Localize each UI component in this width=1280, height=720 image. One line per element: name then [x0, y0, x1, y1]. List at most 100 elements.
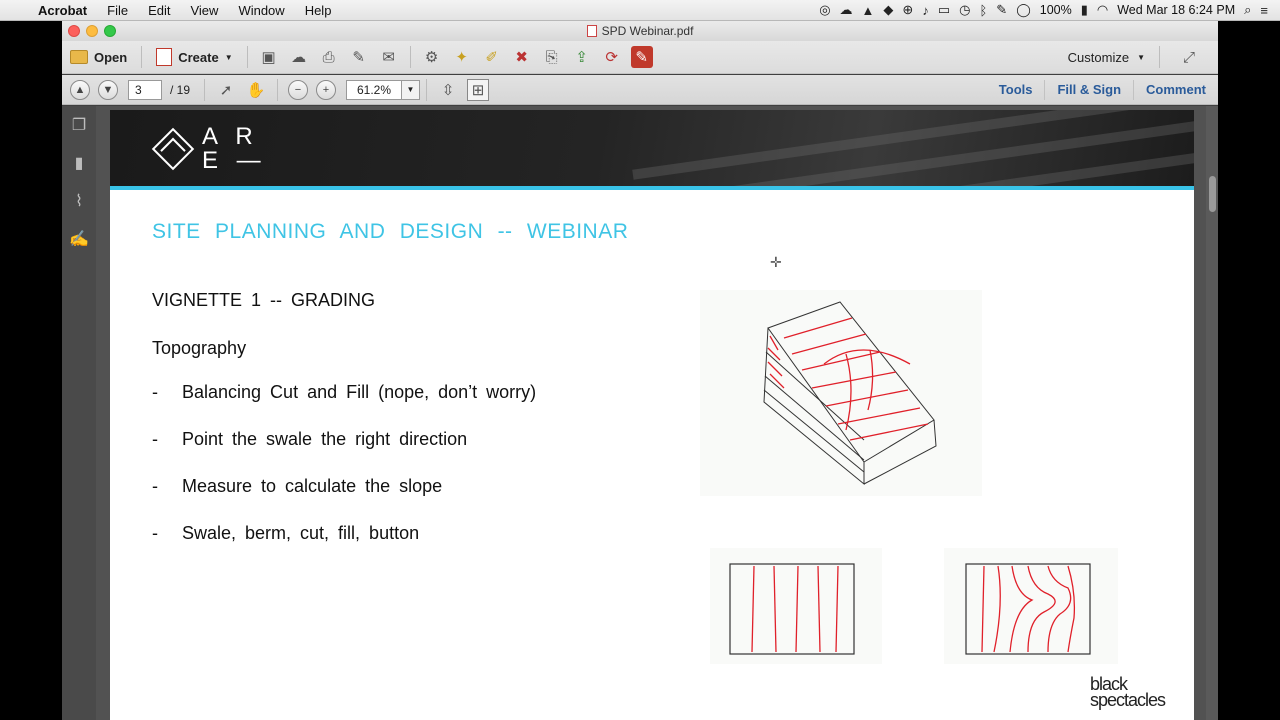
- notification-center-icon[interactable]: ≡: [1260, 3, 1268, 18]
- signatures-icon[interactable]: ✍: [62, 220, 96, 258]
- toolbar-divider: [141, 46, 143, 68]
- next-page-button[interactable]: ▼: [98, 79, 118, 100]
- list-item: - Measure to calculate the slope: [152, 476, 536, 523]
- vignette-heading: VIGNETTE 1 -- GRADING: [152, 290, 376, 310]
- straight-contours-drawing: [729, 563, 855, 655]
- maximize-window-button[interactable]: [104, 25, 116, 37]
- comment-bubble-icon[interactable]: ✦: [451, 46, 473, 68]
- create-pdf-icon: [156, 48, 173, 66]
- pencil-icon[interactable]: ✎: [996, 2, 1007, 18]
- clock[interactable]: Wed Mar 18 6:24 PM: [1117, 3, 1235, 17]
- airplay-icon[interactable]: ▭: [938, 2, 950, 18]
- scrolling-mode-icon[interactable]: ⇳: [437, 79, 459, 101]
- bullet-marker: -: [152, 476, 158, 496]
- are-logo-text: A R E —: [202, 125, 267, 173]
- open-button[interactable]: Open: [62, 44, 135, 70]
- open-label: Open: [94, 49, 128, 65]
- close-window-button[interactable]: [68, 25, 80, 37]
- window-title: SPD Webinar.pdf: [601, 24, 694, 38]
- highlight-icon[interactable]: ✐: [481, 46, 503, 68]
- menu-file[interactable]: File: [97, 3, 138, 18]
- title-bar: SPD Webinar.pdf: [62, 21, 1218, 41]
- vertical-scrollbar[interactable]: [1206, 106, 1218, 720]
- wifi-icon[interactable]: ◠: [1097, 2, 1108, 18]
- toolbar-divider: [409, 46, 411, 68]
- insert-page-icon[interactable]: ⎘: [541, 46, 563, 68]
- zoom-in-button[interactable]: +: [316, 79, 337, 100]
- menu-view[interactable]: View: [180, 3, 228, 18]
- zoom-out-button[interactable]: −: [288, 79, 309, 100]
- tools-pane-button[interactable]: Tools: [987, 80, 1045, 100]
- attachments-icon[interactable]: ⌇: [62, 182, 96, 220]
- page-number-input[interactable]: 3: [128, 79, 162, 100]
- zoom-level-input[interactable]: 61.2%: [346, 79, 403, 100]
- menu-help[interactable]: Help: [295, 3, 342, 18]
- comment-pane-button[interactable]: Comment: [1133, 79, 1218, 100]
- print-icon[interactable]: ⎙: [318, 46, 340, 68]
- status-area: ◎ ☁ ▲ ◆ ⊕ ♪ ▭ ◷ ᛒ ✎ ◯ 100% ▮ ◠ Wed Mar 1…: [819, 2, 1280, 18]
- are-logo-mark-icon: [151, 127, 195, 171]
- grading-block-drawing: [763, 301, 937, 486]
- swale-contours-drawing: [965, 563, 1091, 655]
- drive-icon[interactable]: ▲: [862, 3, 875, 18]
- time-machine-icon[interactable]: ◷: [959, 2, 970, 18]
- toolbar-divider: [1159, 46, 1160, 68]
- toolbar-divider: [204, 78, 206, 101]
- replace-page-icon[interactable]: ⟳: [601, 46, 623, 68]
- page-thumbnails-icon[interactable]: ❐: [62, 106, 96, 144]
- acrobat-window: SPD Webinar.pdf Open Create ▼ ▣ ☁ ⎙ ✎ ✉ …: [62, 21, 1218, 720]
- select-cursor-icon[interactable]: ➚: [215, 79, 237, 101]
- header-accent-line: [110, 186, 1194, 190]
- email-icon[interactable]: ✉: [378, 46, 400, 68]
- cloud-icon[interactable]: ☁: [840, 2, 853, 18]
- bullet-marker: -: [152, 523, 158, 543]
- creative-cloud-icon[interactable]: ◎: [819, 2, 830, 18]
- previous-page-button[interactable]: ▲: [70, 79, 90, 100]
- menu-bar: Acrobat File Edit View Window Help ◎ ☁ ▲…: [0, 0, 1280, 21]
- chevron-down-icon: ▼: [224, 52, 233, 62]
- create-button[interactable]: Create ▼: [148, 44, 240, 70]
- customize-menu[interactable]: Customize ▼ ⤢: [1068, 46, 1218, 68]
- are-logo: A R E —: [151, 125, 267, 173]
- move-cursor-icon: ✛: [770, 254, 782, 270]
- create-label: Create: [178, 49, 219, 65]
- menu-window[interactable]: Window: [228, 3, 294, 18]
- delete-page-icon[interactable]: ✖: [511, 46, 533, 68]
- menu-app-name[interactable]: Acrobat: [36, 3, 97, 18]
- draw-pen-icon[interactable]: ✎: [630, 46, 653, 68]
- menu-edit[interactable]: Edit: [138, 3, 180, 18]
- fill-sign-pane-button[interactable]: Fill & Sign: [1044, 79, 1133, 100]
- document-view[interactable]: A R E — SITE PLANNING AND DESIGN -- WEBI…: [96, 106, 1218, 720]
- evernote-icon[interactable]: ◆: [883, 2, 893, 18]
- scrollbar-thumb[interactable]: [1209, 176, 1216, 212]
- window-controls: [68, 25, 116, 37]
- battery-icon[interactable]: ▮: [1081, 2, 1088, 18]
- extract-page-icon[interactable]: ⇪: [571, 46, 593, 68]
- settings-gear-icon[interactable]: ⚙: [421, 46, 443, 68]
- save-icon[interactable]: ▣: [258, 46, 280, 68]
- bluetooth-icon[interactable]: ᛒ: [979, 3, 987, 18]
- edit-document-icon[interactable]: ✎: [348, 46, 370, 68]
- bookmarks-icon[interactable]: ▮: [62, 144, 96, 182]
- pdf-page: A R E — SITE PLANNING AND DESIGN -- WEBI…: [110, 110, 1194, 720]
- list-item: - Point the swale the right direction: [152, 429, 536, 476]
- upload-cloud-icon[interactable]: ☁: [288, 46, 310, 68]
- hand-tool-icon[interactable]: ✋: [245, 79, 267, 101]
- topic-heading: Topography: [152, 338, 247, 358]
- bell-icon[interactable]: ♪: [922, 3, 929, 18]
- fit-page-icon[interactable]: ⊞: [467, 78, 490, 101]
- pdf-file-icon: [586, 25, 597, 37]
- page-total: / 19: [170, 82, 191, 97]
- navigation-pane: ❐ ▮ ⌇ ✍: [62, 106, 96, 720]
- moon-icon[interactable]: ◯: [1016, 2, 1031, 18]
- straight-contours-sketch: [710, 548, 882, 664]
- bullet-list: - Balancing Cut and Fill (nope, don’t wor…: [152, 382, 536, 570]
- zoom-dropdown-button[interactable]: ▼: [402, 79, 421, 100]
- customize-label: Customize: [1067, 49, 1130, 65]
- spotlight-icon[interactable]: ⌕: [1244, 2, 1251, 18]
- toolbar-divider: [246, 46, 248, 68]
- plus-icon[interactable]: ⊕: [902, 2, 913, 18]
- logo-line-1: A R: [202, 123, 259, 150]
- minimize-window-button[interactable]: [86, 25, 98, 37]
- fullscreen-expand-icon[interactable]: ⤢: [1178, 46, 1200, 68]
